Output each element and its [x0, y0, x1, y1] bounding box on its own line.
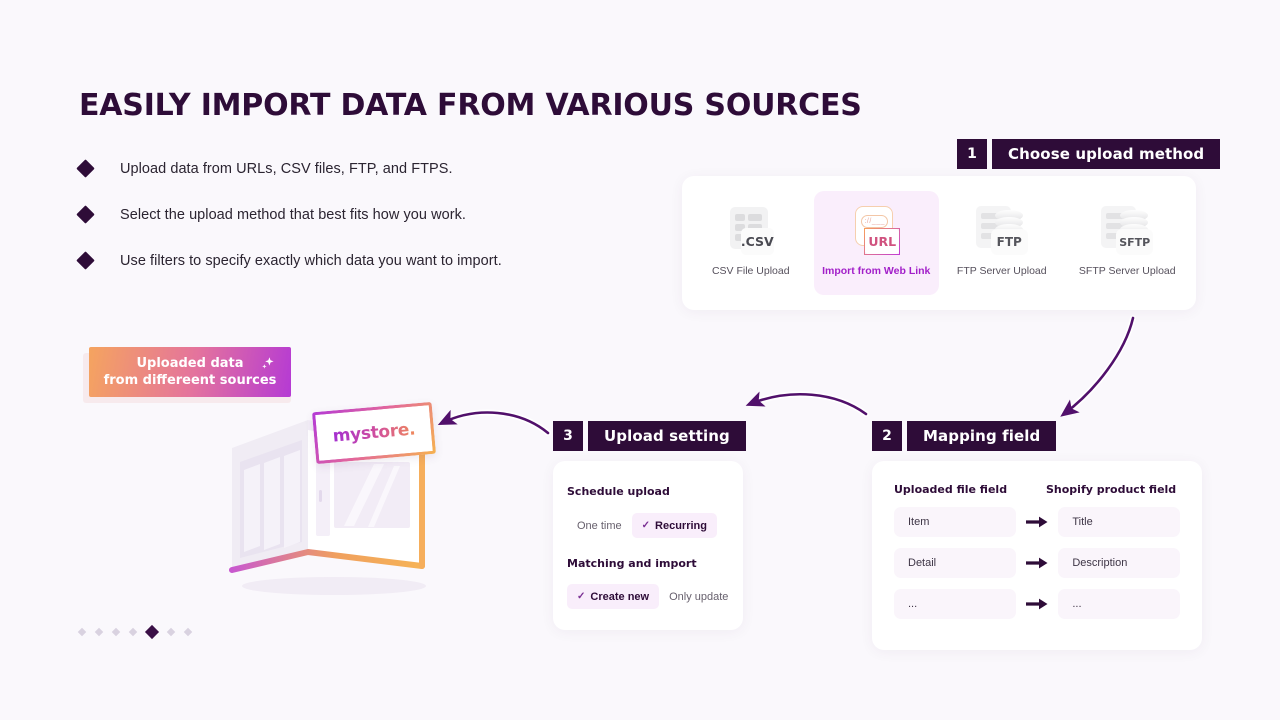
table-row: ... ...: [872, 589, 1202, 619]
pagination-dot-active[interactable]: [144, 624, 160, 640]
ftp-server-icon: FTP: [975, 201, 1028, 263]
mapping-source-field[interactable]: ...: [894, 589, 1016, 619]
schedule-upload-heading: Schedule upload: [567, 485, 670, 498]
mapping-target-field[interactable]: Title: [1058, 507, 1180, 537]
ftp-badge-label: FTP: [990, 229, 1028, 255]
check-icon: ✓: [641, 520, 651, 531]
badge-face: Uploaded data from differeent sources: [89, 347, 291, 397]
step-3-label: 3 Upload setting: [553, 421, 746, 451]
arrow-right-icon: [1016, 516, 1059, 528]
bullet-text: Upload data from URLs, CSV files, FTP, a…: [120, 160, 453, 177]
mapping-source-field[interactable]: Item: [894, 507, 1016, 537]
table-row: Detail Description: [872, 548, 1202, 578]
feature-bullet-list: Upload data from URLs, CSV files, FTP, a…: [76, 152, 639, 290]
upload-method-sftp[interactable]: SFTP SFTP Server Upload: [1065, 191, 1191, 295]
matching-option-create-new[interactable]: ✓ Create new: [567, 584, 660, 609]
arrow-right-icon: [1016, 557, 1059, 569]
upload-method-ftp[interactable]: FTP FTP Server Upload: [939, 191, 1065, 295]
mapping-target-field[interactable]: ...: [1058, 589, 1180, 619]
badge-line-2: from differeent sources: [103, 373, 277, 388]
arrow-right-icon: [1016, 598, 1059, 610]
step-2-label: 2 Mapping field: [872, 421, 1057, 451]
matching-option-only-update[interactable]: Only update: [659, 584, 738, 609]
mapping-target-field[interactable]: Description: [1058, 548, 1180, 578]
list-item: Upload data from URLs, CSV files, FTP, a…: [76, 152, 639, 185]
upload-method-label: Import from Web Link: [822, 265, 931, 277]
step-title: Mapping field: [907, 421, 1057, 451]
carousel-pagination[interactable]: [77, 624, 193, 640]
sparkle-icon: [259, 356, 275, 377]
pagination-dot[interactable]: [94, 627, 104, 637]
upload-method-panel: .CSV CSV File Upload ://___ URL Import f…: [682, 176, 1196, 310]
csv-badge-label: .CSV: [740, 228, 774, 255]
pagination-dot[interactable]: [77, 627, 87, 637]
list-item: Select the upload method that best fits …: [76, 198, 639, 231]
pagination-dot[interactable]: [183, 627, 193, 637]
option-label: Only update: [669, 590, 729, 603]
table-row: Item Title: [872, 507, 1202, 537]
url-link-icon: ://___ URL: [852, 201, 901, 263]
mapping-header-source: Uploaded file field: [894, 483, 1008, 496]
mapping-header-row: Uploaded file field Shopify product fiel…: [872, 461, 1202, 496]
option-label: Recurring: [655, 519, 707, 532]
badge-line-1: Uploaded data: [136, 355, 244, 371]
step-1-label: 1 Choose upload method: [957, 139, 1221, 169]
upload-method-weblink[interactable]: ://___ URL Import from Web Link: [813, 191, 939, 295]
step-title: Choose upload method: [992, 139, 1221, 169]
pagination-dot[interactable]: [166, 627, 176, 637]
matching-option-group: ✓ Create new Only update: [567, 584, 729, 609]
upload-method-label: CSV File Upload: [711, 265, 790, 277]
step-number: 2: [872, 421, 902, 451]
mystore-sign-text: mystore.: [331, 419, 417, 447]
sftp-badge-label: SFTP: [1116, 229, 1154, 255]
step-title: Upload setting: [588, 421, 746, 451]
upload-setting-panel: Schedule upload One time ✓ Recurring Mat…: [553, 461, 743, 630]
schedule-option-group: One time ✓ Recurring: [567, 513, 729, 538]
schedule-option-one-time[interactable]: One time: [567, 513, 632, 538]
csv-file-icon: .CSV: [728, 201, 774, 263]
upload-method-csv[interactable]: .CSV CSV File Upload: [688, 191, 814, 295]
uploaded-data-badge: Uploaded data from differeent sources: [83, 347, 291, 403]
matching-import-heading: Matching and import: [567, 557, 697, 570]
url-address-bar: ://___: [861, 215, 889, 228]
pagination-dot[interactable]: [128, 627, 138, 637]
upload-method-label: SFTP Server Upload: [1078, 265, 1176, 277]
diamond-bullet-icon: [76, 251, 95, 270]
mapping-field-panel: Uploaded file field Shopify product fiel…: [872, 461, 1202, 650]
schedule-option-recurring[interactable]: ✓ Recurring: [631, 513, 717, 538]
check-icon: ✓: [577, 591, 586, 602]
step-number: 3: [553, 421, 583, 451]
slide-canvas: EASILY IMPORT DATA FROM VARIOUS SOURCES …: [0, 0, 1280, 720]
mapping-source-field[interactable]: Detail: [894, 548, 1016, 578]
url-badge-label: URL: [864, 228, 901, 255]
mapping-header-target: Shopify product field: [1046, 483, 1177, 496]
step-number: 1: [957, 139, 987, 169]
diamond-bullet-icon: [76, 205, 95, 224]
mystore-sign: mystore.: [311, 401, 437, 465]
sftp-server-icon: SFTP: [1101, 201, 1154, 263]
pagination-dot[interactable]: [111, 627, 121, 637]
page-title: EASILY IMPORT DATA FROM VARIOUS SOURCES: [79, 88, 862, 123]
list-item: Use filters to specify exactly which dat…: [76, 244, 639, 277]
upload-method-label: FTP Server Upload: [956, 265, 1047, 277]
bullet-text: Use filters to specify exactly which dat…: [120, 252, 502, 269]
option-label: One time: [577, 519, 622, 532]
diamond-bullet-icon: [76, 159, 95, 178]
option-label: Create new: [590, 590, 650, 603]
bullet-text: Select the upload method that best fits …: [120, 206, 467, 223]
